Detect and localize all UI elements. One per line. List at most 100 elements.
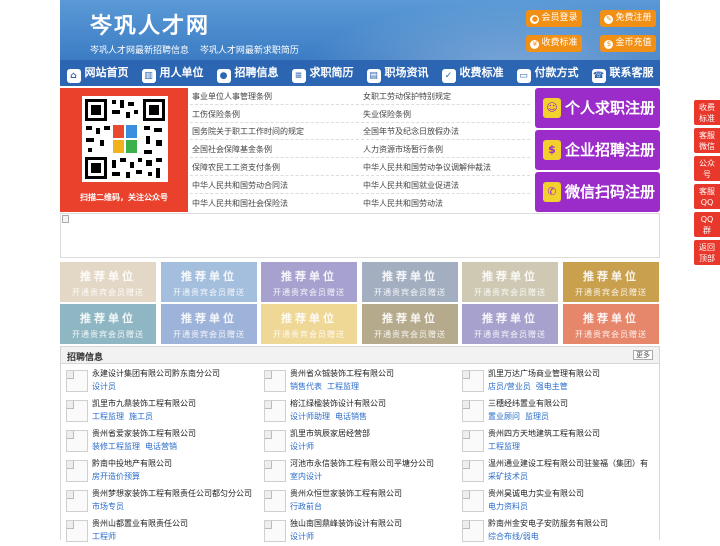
- job-item[interactable]: 贵州省爱家装饰工程有限公司 装修工程监理 电话营销: [66, 428, 261, 456]
- law-link[interactable]: 中华人民共和国劳动法: [363, 198, 443, 209]
- recommend-tile[interactable]: 推荐单位 开通贵宾会员赠送: [462, 304, 558, 344]
- job-item[interactable]: 三穗经纬置业有限公司 置业顾问 监理员: [462, 398, 657, 426]
- position-link[interactable]: 监理员: [525, 412, 549, 421]
- company-name[interactable]: 榕江绿楹装饰设计有限公司: [290, 398, 386, 409]
- job-item[interactable]: 独山南国鼎峰装饰设计有限公司 设计师: [264, 518, 459, 546]
- side-service-qq[interactable]: 客服QQ号: [694, 184, 720, 218]
- position-link[interactable]: 电话营销: [145, 442, 177, 451]
- law-link[interactable]: 中华人民共和国劳动争议调解仲裁法: [363, 162, 491, 173]
- position-link[interactable]: 房开造价预算: [92, 472, 140, 481]
- law-link[interactable]: 中华人民共和国社会保险法: [192, 198, 288, 209]
- job-item[interactable]: 贵州昊诚电力实业有限公司 电力资料员: [462, 488, 657, 516]
- side-service-wechat[interactable]: 客服微信: [694, 128, 720, 153]
- side-pricing[interactable]: 收费标准: [694, 100, 720, 125]
- recommend-tile[interactable]: 推荐单位 开通贵宾会员赠送: [60, 304, 156, 344]
- company-name[interactable]: 三穗经纬置业有限公司: [488, 398, 568, 409]
- company-name[interactable]: 贵州梦想家装饰工程有限责任公司都匀分公司: [92, 488, 252, 499]
- law-link[interactable]: 中华人民共和国劳动合同法: [192, 180, 288, 191]
- law-link[interactable]: 全国年节及纪念日放假办法: [363, 126, 459, 137]
- position-link[interactable]: 市场专员: [92, 502, 124, 511]
- law-link[interactable]: 女职工劳动保护特别规定: [363, 91, 451, 102]
- position-link[interactable]: 置业顾问: [488, 412, 520, 421]
- position-link[interactable]: 装修工程监理: [92, 442, 140, 451]
- law-link[interactable]: 工伤保险条例: [192, 109, 240, 120]
- position-link[interactable]: 电力资料员: [488, 502, 528, 511]
- law-link[interactable]: 事业单位人事管理条例: [192, 91, 272, 102]
- position-link[interactable]: 店员/营业员: [488, 382, 531, 391]
- job-item[interactable]: 黔南中投地产有限公司 房开造价预算: [66, 458, 261, 486]
- nav-jobs[interactable]: ● 招聘信息: [210, 60, 285, 86]
- position-link[interactable]: 强电主管: [536, 382, 568, 391]
- company-name[interactable]: 贵州四方天地建筑工程有限公司: [488, 428, 600, 439]
- job-item[interactable]: 贵州山都置业有限责任公司 工程师: [66, 518, 261, 546]
- member-login-button[interactable]: ● 会员登录: [526, 10, 582, 27]
- position-link[interactable]: 设计师: [290, 442, 314, 451]
- job-item[interactable]: 贵州众恒世家装饰工程有限公司 行政前台: [264, 488, 459, 516]
- nav-contact[interactable]: ☎ 联系客服: [585, 60, 660, 86]
- free-register-button[interactable]: ✎ 免费注册: [600, 10, 656, 27]
- recommend-tile[interactable]: 推荐单位 开通贵宾会员赠送: [563, 262, 659, 302]
- law-link[interactable]: 失业保险条例: [363, 109, 411, 120]
- law-link[interactable]: 人力资源市场暂行条例: [363, 144, 443, 155]
- recommend-tile[interactable]: 推荐单位 开通贵宾会员赠送: [261, 262, 357, 302]
- company-name[interactable]: 凯里市筑辰家居经营部: [290, 428, 370, 439]
- position-link[interactable]: 设计员: [92, 382, 116, 391]
- nav-payment[interactable]: ▭ 付款方式: [510, 60, 585, 86]
- company-name[interactable]: 贵州众恒世家装饰工程有限公司: [290, 488, 402, 499]
- job-item[interactable]: 凯里市筑辰家居经营部 设计师: [264, 428, 459, 456]
- position-link[interactable]: 施工员: [129, 412, 153, 421]
- side-official-account[interactable]: 公众号: [694, 156, 720, 181]
- latest-jobs-link[interactable]: 岑巩人才网最新招聘信息: [90, 46, 189, 56]
- nav-news[interactable]: ▤ 职场资讯: [360, 60, 435, 86]
- job-item[interactable]: 贵州梦想家装饰工程有限责任公司都匀分公司 市场专员: [66, 488, 261, 516]
- recommend-tile[interactable]: 推荐单位 开通贵宾会员赠送: [563, 304, 659, 344]
- company-name[interactable]: 温州通业建设工程有限公司驻鉴福（集团）有: [488, 458, 648, 469]
- coin-recharge-button[interactable]: $ 金币充值: [600, 35, 656, 52]
- law-link[interactable]: 国务院关于职工工作时间的规定: [192, 126, 304, 137]
- company-name[interactable]: 河池市永信装饰工程有限公司平塘分公司: [290, 458, 434, 469]
- nav-resumes[interactable]: ≡ 求职简历: [285, 60, 360, 86]
- position-link[interactable]: 采矿技术员: [488, 472, 528, 481]
- company-name[interactable]: 永建设计集团有限公司黔东南分公司: [92, 368, 220, 379]
- enterprise-register-button[interactable]: $ 企业招聘注册: [535, 130, 660, 170]
- job-item[interactable]: 凯里万达广场商业管理有限公司 店员/营业员 强电主管: [462, 368, 657, 396]
- job-item[interactable]: 贵州四方天地建筑工程有限公司 工程监理: [462, 428, 657, 456]
- ad-banner[interactable]: [60, 213, 660, 258]
- law-link[interactable]: 中华人民共和国就业促进法: [363, 180, 459, 191]
- law-link[interactable]: 保障农民工工资支付条例: [192, 162, 280, 173]
- nav-employers[interactable]: ▥ 用人单位: [135, 60, 210, 86]
- company-name[interactable]: 独山南国鼎峰装饰设计有限公司: [290, 518, 402, 529]
- wechat-register-button[interactable]: ✆ 微信扫码注册: [535, 172, 660, 212]
- position-link[interactable]: 工程监理: [327, 382, 359, 391]
- job-item[interactable]: 黔南州金安电子安防服务有限公司 综合布线/弱电: [462, 518, 657, 546]
- law-link[interactable]: 全国社会保障基金条例: [192, 144, 272, 155]
- recommend-tile[interactable]: 推荐单位 开通贵宾会员赠送: [161, 304, 257, 344]
- recommend-tile[interactable]: 推荐单位 开通贵宾会员赠送: [261, 304, 357, 344]
- position-link[interactable]: 室内设计: [290, 472, 322, 481]
- side-qq-group[interactable]: QQ群: [694, 212, 720, 237]
- company-name[interactable]: 贵州省爱家装饰工程有限公司: [92, 428, 196, 439]
- pricing-button[interactable]: ¥ 收费标准: [526, 35, 582, 52]
- job-item[interactable]: 榕江绿楹装饰设计有限公司 设计师助理 电话销售: [264, 398, 459, 426]
- personal-register-button[interactable]: ☺ 个人求职注册: [535, 88, 660, 128]
- company-name[interactable]: 贵州昊诚电力实业有限公司: [488, 488, 584, 499]
- recommend-tile[interactable]: 推荐单位 开通贵宾会员赠送: [60, 262, 156, 302]
- company-name[interactable]: 贵州省众铖装饰工程有限公司: [290, 368, 394, 379]
- recommend-tile[interactable]: 推荐单位 开通贵宾会员赠送: [362, 262, 458, 302]
- latest-resumes-link[interactable]: 岑巩人才网最新求职简历: [200, 46, 299, 56]
- site-title[interactable]: 岑巩人才网: [90, 8, 210, 40]
- job-item[interactable]: 永建设计集团有限公司黔东南分公司 设计员: [66, 368, 261, 396]
- job-item[interactable]: 温州通业建设工程有限公司驻鉴福（集团）有 采矿技术员: [462, 458, 657, 486]
- recommend-tile[interactable]: 推荐单位 开通贵宾会员赠送: [462, 262, 558, 302]
- recommend-tile[interactable]: 推荐单位 开通贵宾会员赠送: [362, 304, 458, 344]
- company-name[interactable]: 黔南中投地产有限公司: [92, 458, 172, 469]
- job-item[interactable]: 凯里市九鼎装饰工程有限公司 工程监理 施工员: [66, 398, 261, 426]
- position-link[interactable]: 电话销售: [335, 412, 367, 421]
- company-name[interactable]: 贵州山都置业有限责任公司: [92, 518, 188, 529]
- company-name[interactable]: 黔南州金安电子安防服务有限公司: [488, 518, 608, 529]
- job-item[interactable]: 河池市永信装饰工程有限公司平塘分公司 室内设计: [264, 458, 459, 486]
- recommend-tile[interactable]: 推荐单位 开通贵宾会员赠送: [161, 262, 257, 302]
- position-link[interactable]: 行政前台: [290, 502, 322, 511]
- position-link[interactable]: 设计师助理: [290, 412, 330, 421]
- more-jobs-button[interactable]: 更多: [633, 350, 653, 360]
